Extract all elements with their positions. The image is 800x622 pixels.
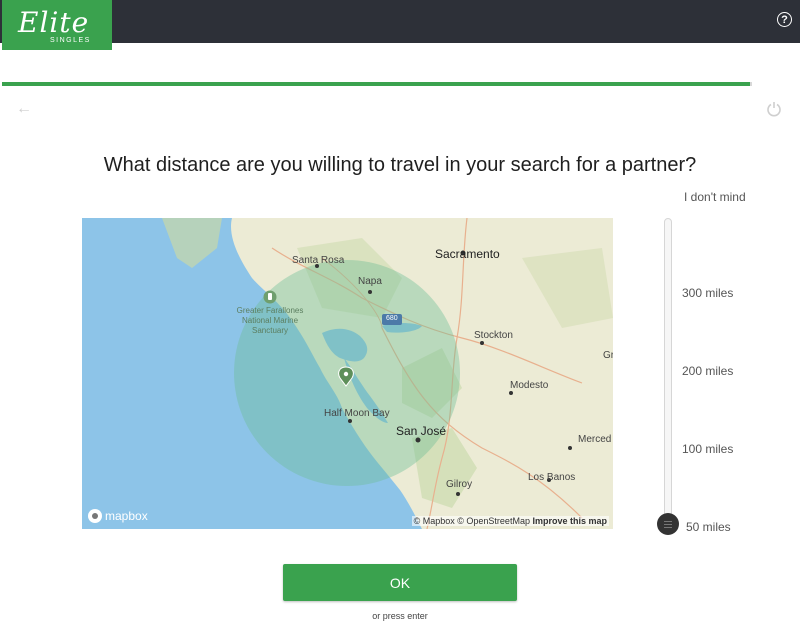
map-label-modesto: Modesto — [510, 380, 549, 391]
map-label-gilroy: Gilroy — [446, 479, 473, 490]
logo-main-text: Elite — [18, 6, 90, 39]
progress-bar — [2, 82, 752, 86]
map-label-gr: Gr — [603, 350, 613, 361]
slider-tick-300[interactable]: 300 miles — [682, 286, 733, 300]
map-attribution: © Mapbox © OpenStreetMap Improve this ma… — [411, 516, 609, 526]
back-arrow-icon[interactable]: ← — [16, 100, 32, 118]
press-enter-hint: or press enter — [372, 611, 428, 621]
mapbox-logo[interactable]: mapbox — [88, 509, 148, 523]
distance-map[interactable]: Sacramento Santa Rosa Napa Stockton Mode… — [82, 218, 613, 529]
map-label-san-jose: San José — [396, 424, 447, 438]
improve-map-link[interactable]: Improve this map — [532, 516, 607, 526]
handle-grip-line — [664, 524, 672, 525]
slider-tick-50[interactable]: 50 miles — [686, 520, 731, 534]
top-bar — [0, 0, 800, 43]
map-label-merced: Merced — [578, 434, 612, 445]
slider-tick-100[interactable]: 100 miles — [682, 442, 733, 456]
map-label-napa: Napa — [358, 276, 382, 287]
distance-slider-handle[interactable] — [657, 513, 679, 535]
map-label-stockton: Stockton — [474, 330, 513, 341]
elite-singles-logo[interactable]: Elite SINGLES — [2, 0, 112, 50]
map-label-los-banos: Los Banos — [528, 472, 576, 483]
handle-grip-line — [664, 521, 672, 522]
power-icon[interactable] — [766, 101, 782, 122]
map-label-sacramento: Sacramento — [435, 247, 500, 261]
question-heading: What distance are you willing to travel … — [103, 154, 697, 176]
attribution-mapbox-link[interactable]: © Mapbox — [414, 516, 455, 526]
progress-bar-fill — [2, 82, 750, 86]
logo-sub-text: SINGLES — [50, 37, 91, 44]
highway-shield-label: 680 — [386, 315, 398, 322]
map-label-santa-rosa: Santa Rosa — [292, 255, 345, 266]
help-icon[interactable]: ? — [777, 12, 792, 27]
map-label-sanctuary: Greater Farallones National Marine Sanct… — [236, 306, 304, 335]
mapbox-icon — [88, 509, 102, 523]
distance-slider-track[interactable] — [664, 218, 672, 523]
handle-grip-line — [664, 527, 672, 528]
map-label-half-moon-bay: Half Moon Bay — [324, 408, 390, 419]
slider-tick-200[interactable]: 200 miles — [682, 364, 733, 378]
ok-button[interactable]: OK — [283, 564, 517, 601]
mapbox-logo-text: mapbox — [105, 509, 148, 523]
attribution-osm-link[interactable]: © OpenStreetMap — [457, 516, 530, 526]
slider-tick-dont-mind[interactable]: I don't mind — [684, 189, 746, 206]
